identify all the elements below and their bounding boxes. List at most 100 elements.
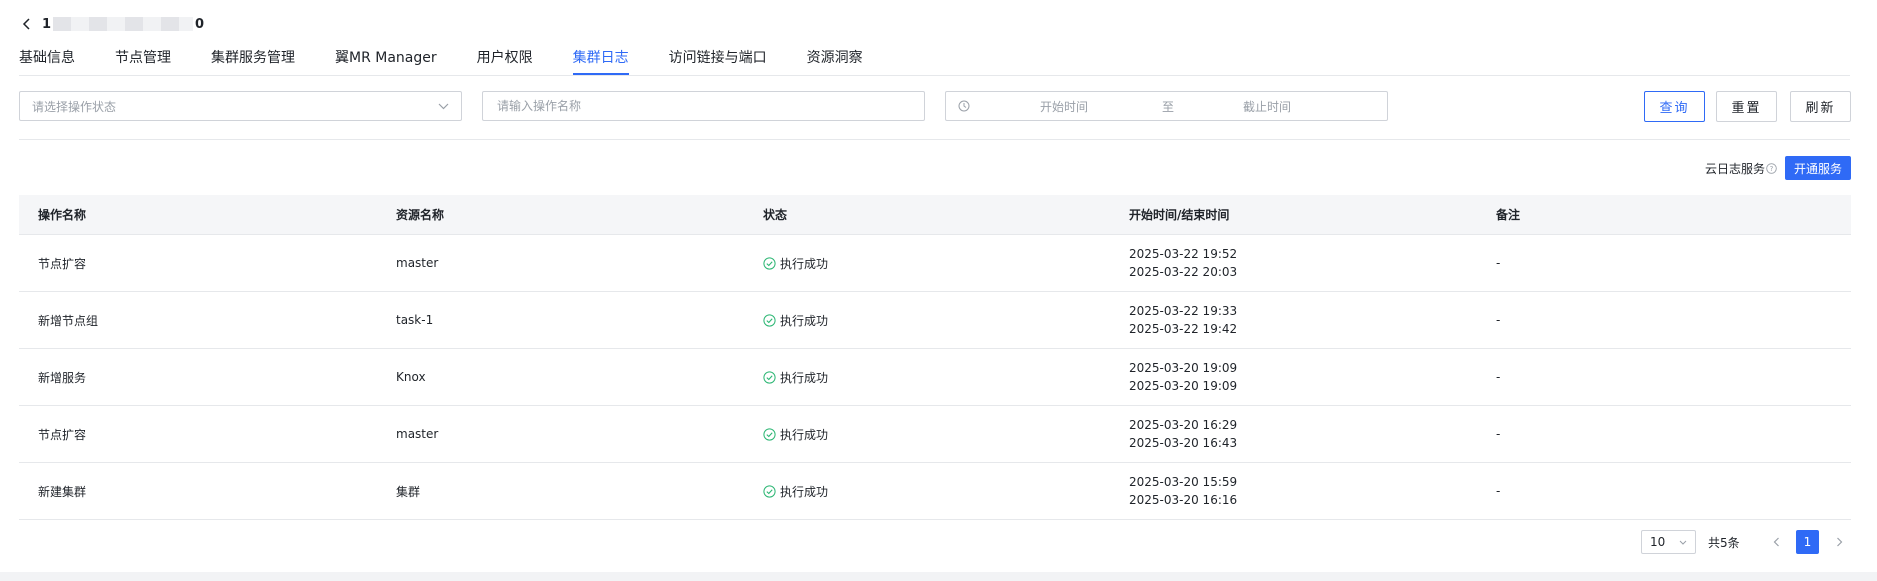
tabs-divider [19, 75, 1850, 76]
time-range: 2025-03-20 19:09 2025-03-20 19:09 [1110, 359, 1477, 395]
check-circle-icon [763, 427, 776, 441]
table-row: 节点扩容 master 执行成功 2025-03-22 19:52 2025-0… [19, 235, 1851, 292]
reset-button[interactable]: 重置 [1716, 91, 1777, 122]
note: - [1496, 427, 1501, 441]
range-separator: 至 [1162, 99, 1175, 114]
cloud-log-service: 云日志服务 ? [1705, 160, 1777, 177]
back-arrow-icon[interactable] [20, 17, 34, 31]
operation-name: 新增服务 [38, 370, 87, 385]
operation-name: 节点扩容 [38, 427, 87, 442]
tab-bar: 基础信息 节点管理 集群服务管理 翼MR Manager 用户权限 集群日志 访… [19, 48, 903, 75]
prev-page-icon[interactable] [1766, 532, 1786, 552]
resource-name: 集群 [396, 484, 421, 499]
status-select[interactable]: 请选择操作状态 [19, 91, 462, 121]
status-cell: 执行成功 [744, 369, 1110, 386]
operation-name: 新建集群 [38, 484, 87, 499]
column-header: 资源名称 [396, 208, 445, 222]
table-row: 新增服务 Knox 执行成功 2025-03-20 19:09 2025-03-… [19, 349, 1851, 406]
query-button[interactable]: 查询 [1644, 91, 1705, 122]
resource-name: master [396, 256, 439, 270]
start-time-input[interactable]: 开始时间 [1040, 98, 1088, 115]
start-time: 2025-03-20 19:09 [1129, 361, 1238, 375]
time-range: 2025-03-22 19:33 2025-03-22 19:42 [1110, 302, 1477, 338]
redacted-title [53, 17, 194, 31]
column-header: 操作名称 [38, 208, 87, 222]
tab-cluster-log[interactable]: 集群日志 [572, 48, 629, 75]
help-icon[interactable]: ? [1766, 163, 1777, 174]
table-header: 操作名称 资源名称 状态 开始时间/结束时间 备注 [19, 195, 1851, 235]
page-title: 1 0 [42, 17, 204, 32]
status-text: 执行成功 [780, 427, 829, 442]
time-range: 2025-03-20 15:59 2025-03-20 16:16 [1110, 473, 1477, 509]
status-cell: 执行成功 [744, 483, 1110, 500]
title-prefix: 1 [42, 16, 52, 32]
operation-name: 新增节点组 [38, 313, 99, 328]
status-cell: 执行成功 [744, 426, 1110, 443]
column-header: 备注 [1496, 208, 1521, 222]
check-circle-icon [763, 256, 776, 270]
note: - [1496, 256, 1501, 270]
page-size-select[interactable]: 10 [1641, 530, 1696, 554]
operation-name-input[interactable] [495, 98, 912, 114]
refresh-button[interactable]: 刷新 [1790, 91, 1851, 122]
clock-icon [958, 100, 970, 112]
start-time: 2025-03-20 16:29 [1129, 418, 1238, 432]
next-page-icon[interactable] [1829, 532, 1849, 552]
check-circle-icon [763, 313, 776, 327]
tab-access-links-ports[interactable]: 访问链接与端口 [669, 48, 767, 75]
open-service-button[interactable]: 开通服务 [1785, 156, 1851, 180]
status-cell: 执行成功 [744, 312, 1110, 329]
tab-cluster-service-management[interactable]: 集群服务管理 [211, 48, 295, 75]
tab-node-management[interactable]: 节点管理 [115, 48, 171, 75]
tab-basic-info[interactable]: 基础信息 [19, 48, 75, 75]
resource-name: task-1 [396, 313, 434, 327]
time-range: 2025-03-20 16:29 2025-03-20 16:43 [1110, 416, 1477, 452]
end-time: 2025-03-20 16:43 [1129, 436, 1238, 450]
end-time: 2025-03-22 19:42 [1129, 322, 1238, 336]
filter-divider [19, 139, 1850, 140]
note: - [1496, 313, 1501, 327]
operation-name-field[interactable] [482, 91, 925, 121]
status-text: 执行成功 [780, 484, 829, 499]
cluster-log-page: 1 0 基础信息 节点管理 集群服务管理 翼MR Manager 用户权限 集群… [0, 0, 1877, 572]
tab-mr-manager[interactable]: 翼MR Manager [335, 48, 437, 75]
status-text: 执行成功 [780, 313, 829, 328]
tab-resource-insight[interactable]: 资源洞察 [807, 48, 863, 75]
time-range: 2025-03-22 19:52 2025-03-22 20:03 [1110, 245, 1477, 281]
check-circle-icon [763, 484, 776, 498]
table-row: 新增节点组 task-1 执行成功 2025-03-22 19:33 2025-… [19, 292, 1851, 349]
status-text: 执行成功 [780, 370, 829, 385]
table-row: 节点扩容 master 执行成功 2025-03-20 16:29 2025-0… [19, 406, 1851, 463]
check-circle-icon [763, 370, 776, 384]
table-row: 新建集群 集群 执行成功 2025-03-20 15:59 2025-03-20… [19, 463, 1851, 520]
page-number[interactable]: 1 [1796, 530, 1819, 554]
total-count: 共5条 [1708, 536, 1740, 550]
start-time: 2025-03-20 15:59 [1129, 475, 1238, 489]
note: - [1496, 370, 1501, 384]
start-time: 2025-03-22 19:33 [1129, 304, 1238, 318]
end-time: 2025-03-20 19:09 [1129, 379, 1238, 393]
end-time-input[interactable]: 截止时间 [1243, 98, 1291, 115]
title-suffix: 0 [195, 16, 205, 32]
tab-user-permissions[interactable]: 用户权限 [477, 48, 533, 75]
cloud-log-label: 云日志服务 [1705, 162, 1766, 176]
end-time: 2025-03-20 16:16 [1129, 493, 1238, 507]
svg-text:?: ? [1770, 165, 1774, 173]
status-cell: 执行成功 [744, 255, 1110, 272]
start-time: 2025-03-22 19:52 [1129, 247, 1238, 261]
note: - [1496, 484, 1501, 498]
end-time: 2025-03-22 20:03 [1129, 265, 1238, 279]
resource-name: master [396, 427, 439, 441]
operation-name: 节点扩容 [38, 256, 87, 271]
column-header: 开始时间/结束时间 [1129, 207, 1230, 222]
status-select-placeholder: 请选择操作状态 [32, 99, 117, 114]
page-size-value: 10 [1650, 535, 1666, 549]
log-table: 操作名称 资源名称 状态 开始时间/结束时间 备注 节点扩容 master 执行… [19, 195, 1851, 520]
page-header: 1 0 [20, 14, 204, 34]
column-header: 状态 [763, 208, 788, 222]
status-text: 执行成功 [780, 256, 829, 271]
resource-name: Knox [396, 370, 426, 384]
date-range-picker[interactable]: 开始时间 至 截止时间 [945, 91, 1388, 121]
chevron-down-icon [438, 99, 449, 113]
chevron-down-icon [1679, 540, 1687, 545]
